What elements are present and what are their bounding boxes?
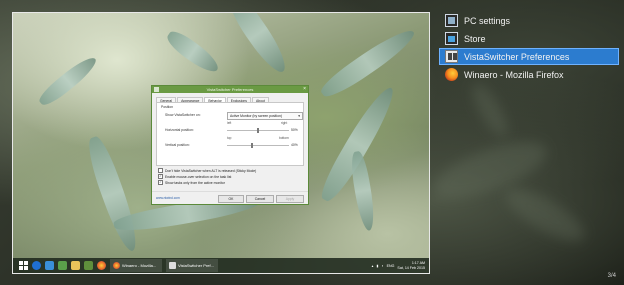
tray-chevron-icon[interactable]: ▴: [372, 264, 374, 268]
window-item-store[interactable]: Store: [439, 30, 619, 47]
bottom-label: bottom: [279, 136, 289, 140]
app-icon[interactable]: [84, 261, 93, 270]
checkbox[interactable]: [158, 168, 163, 173]
checkbox[interactable]: ✓: [158, 180, 163, 185]
website-link[interactable]: www.ntwind.com: [156, 196, 180, 200]
ok-button[interactable]: OK: [218, 195, 244, 203]
dialog-title: VistaSwitcher Preferences: [206, 87, 254, 92]
vistaswitcher-icon: [169, 262, 176, 269]
vertical-label: Vertical position:: [165, 143, 190, 147]
taskbar: Winaero - Mozilla... VistaSwitcher Pref.…: [13, 258, 429, 273]
window-title: Store: [464, 33, 486, 44]
close-icon[interactable]: ×: [303, 86, 306, 92]
clock[interactable]: 1:17 AM Sat, 14 Feb 2015: [397, 261, 425, 270]
horizontal-value: 50%: [291, 128, 298, 132]
dialog-titlebar: VistaSwitcher Preferences ×: [152, 86, 308, 93]
window-list: PC settings Store VistaSwitcher Preferen…: [439, 12, 619, 84]
firefox-icon: [113, 262, 120, 269]
window-title: VistaSwitcher Preferences: [464, 51, 570, 62]
tray-language[interactable]: ENG: [387, 264, 395, 268]
vistaswitcher-icon: [445, 50, 458, 63]
apply-button[interactable]: Apply: [276, 195, 304, 203]
active-monitor-check[interactable]: ✓ Show tasks only from the active monito…: [158, 180, 225, 185]
vertical-slider-thumb[interactable]: [251, 143, 253, 148]
task-label: VistaSwitcher Pref...: [178, 263, 214, 268]
clock-date: Sat, 14 Feb 2015: [397, 265, 425, 270]
checkbox[interactable]: ✓: [158, 174, 163, 179]
position-section-label: Position: [161, 105, 174, 109]
firefox-icon: [445, 68, 458, 81]
taskbar-task-firefox[interactable]: Winaero - Mozilla...: [110, 259, 162, 272]
horizontal-slider-thumb[interactable]: [257, 128, 259, 133]
show-on-select[interactable]: Active Monitor (by screen position) ▾: [227, 112, 303, 120]
window-title: PC settings: [464, 15, 511, 26]
taskbar-task-vistaswitcher[interactable]: VistaSwitcher Pref...: [166, 259, 218, 272]
window-counter: 3/4: [607, 273, 616, 279]
internet-explorer-icon[interactable]: [32, 261, 41, 270]
sticky-mode-check[interactable]: Don't hide VistaSwitcher when ALT is rel…: [158, 168, 256, 173]
firefox-icon[interactable]: [97, 261, 106, 270]
chevron-down-icon: ▾: [298, 114, 300, 118]
show-on-value: Active Monitor (by screen position): [230, 114, 283, 118]
folder-icon[interactable]: [71, 261, 80, 270]
horizontal-slider[interactable]: [227, 128, 289, 133]
pc-settings-icon: [445, 14, 458, 27]
show-on-label: Show VistaSwitcher on:: [165, 113, 201, 117]
check-label: Enable mouse-over selection on the task …: [165, 174, 232, 179]
horizontal-label: Horizontal position:: [165, 128, 194, 132]
preferences-dialog[interactable]: VistaSwitcher Preferences × General Appe…: [151, 85, 309, 205]
cancel-button[interactable]: Cancel: [246, 195, 274, 203]
app-icon[interactable]: [58, 261, 67, 270]
window-item-pc-settings[interactable]: PC settings: [439, 12, 619, 29]
vertical-value: 40%: [291, 143, 298, 147]
start-icon[interactable]: [19, 261, 28, 270]
task-label: Winaero - Mozilla...: [122, 263, 157, 268]
left-label: left: [227, 121, 232, 125]
settings-icon[interactable]: [45, 261, 54, 270]
store-icon: [445, 32, 458, 45]
window-item-firefox[interactable]: Winaero - Mozilla Firefox: [439, 66, 619, 83]
check-label: Don't hide VistaSwitcher when ALT is rel…: [165, 168, 257, 173]
network-icon[interactable]: ▮: [376, 264, 378, 268]
volume-icon[interactable]: ◖: [381, 264, 383, 268]
system-tray: ▴ ▮ ◖ ENG 1:17 AM Sat, 14 Feb 2015: [372, 261, 425, 270]
window-preview[interactable]: VistaSwitcher Preferences × General Appe…: [12, 12, 430, 274]
vertical-slider[interactable]: [227, 143, 289, 148]
window-title: Winaero - Mozilla Firefox: [464, 69, 564, 80]
window-item-vistaswitcher[interactable]: VistaSwitcher Preferences: [439, 48, 619, 65]
right-label: right: [281, 121, 288, 125]
app-icon: [154, 87, 159, 92]
mouse-over-check[interactable]: ✓ Enable mouse-over selection on the tas…: [158, 174, 231, 179]
dialog-footer: www.ntwind.com OK Cancel Apply: [152, 191, 308, 204]
behavior-panel: Position Show VistaSwitcher on: Active M…: [156, 102, 304, 166]
check-label: Show tasks only from the active monitor: [165, 180, 225, 185]
top-label: top: [227, 136, 232, 140]
